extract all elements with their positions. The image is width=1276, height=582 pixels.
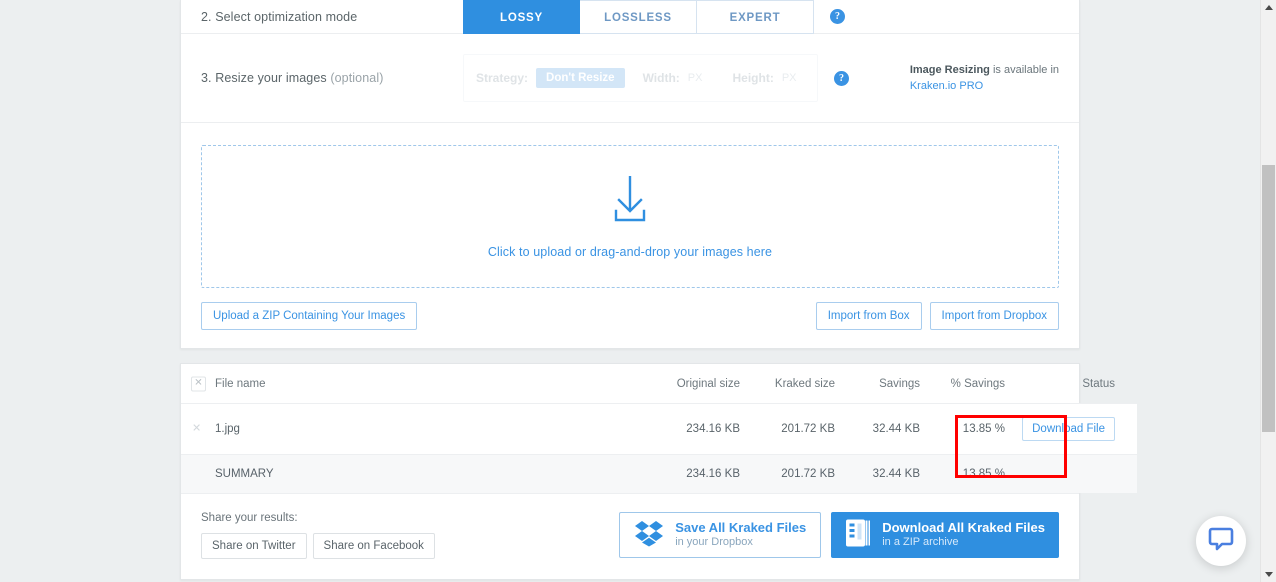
share-left: Share your results: Share on Twitter Sha…: [201, 512, 435, 559]
close-x-icon[interactable]: ✕: [191, 376, 206, 391]
resize-label-text: 3. Resize your images: [201, 71, 327, 85]
help-icon[interactable]: ?: [830, 9, 845, 24]
optimization-mode-label: 2. Select optimization mode: [201, 10, 463, 24]
help-icon[interactable]: ?: [834, 71, 849, 86]
cell-summary-kraked-size: 201.72 KB: [740, 455, 835, 494]
width-label: Width:: [643, 71, 680, 85]
resize-label-optional: (optional): [330, 71, 383, 85]
column-file-name-label: File name: [215, 378, 266, 390]
resize-label: 3. Resize your images (optional): [201, 71, 463, 85]
column-percent-savings: % Savings: [920, 364, 1005, 404]
triangle-up-icon[interactable]: [1261, 0, 1276, 15]
upload-actions: Upload a ZIP Containing Your Images Impo…: [201, 302, 1059, 330]
pro-note: Image Resizing is available in Kraken.io…: [910, 62, 1059, 94]
table-row: ✕ 1.jpg 234.16 KB 201.72 KB 32.44 KB 13.…: [181, 404, 1137, 455]
upload-zip-button[interactable]: Upload a ZIP Containing Your Images: [201, 302, 417, 330]
results-table-body: ✕ 1.jpg 234.16 KB 201.72 KB 32.44 KB 13.…: [181, 404, 1137, 494]
vertical-scrollbar[interactable]: [1260, 0, 1276, 582]
import-box-button[interactable]: Import from Box: [816, 302, 922, 330]
share-section: Share your results: Share on Twitter Sha…: [181, 493, 1079, 579]
share-title: Share your results:: [201, 512, 435, 524]
cell-summary-percent-savings: 13.85 %: [920, 455, 1005, 494]
save-all-dropbox-line1: Save All Kraked Files: [675, 520, 806, 535]
download-all-zip-line1: Download All Kraked Files: [882, 520, 1045, 535]
upload-section: Click to upload or drag-and-drop your im…: [181, 123, 1079, 348]
triangle-down-icon[interactable]: [1261, 567, 1276, 582]
chat-bubble-icon: [1208, 526, 1234, 557]
save-all-dropbox-line2: in your Dropbox: [675, 535, 806, 550]
import-dropbox-button[interactable]: Import from Dropbox: [930, 302, 1059, 330]
mode-option-lossless[interactable]: LOSSLESS: [580, 0, 697, 34]
zip-archive-icon: [845, 518, 871, 553]
dropbox-icon: [634, 519, 664, 552]
cell-savings: 32.44 KB: [835, 404, 920, 455]
cell-summary-savings: 32.44 KB: [835, 455, 920, 494]
cell-original-size: 234.16 KB: [645, 404, 740, 455]
file-name-text: 1.jpg: [215, 423, 240, 435]
bulk-actions: Save All Kraked Files in your Dropbox: [619, 512, 1059, 558]
browser-viewport: 2. Select optimization mode LOSSY LOSSLE…: [0, 0, 1276, 582]
height-label: Height:: [732, 71, 773, 85]
mode-option-expert[interactable]: EXPERT: [697, 0, 814, 34]
download-all-zip-line2: in a ZIP archive: [882, 535, 1045, 550]
cell-status: Download File: [1005, 404, 1137, 455]
optimization-mode-segmented[interactable]: LOSSY LOSSLESS EXPERT: [463, 0, 814, 34]
cell-kraked-size: 201.72 KB: [740, 404, 835, 455]
scrollbar-thumb[interactable]: [1262, 165, 1275, 432]
column-kraked-size: Kraked size: [740, 364, 835, 404]
column-file-name: ✕ File name: [181, 364, 645, 404]
column-original-size: Original size: [645, 364, 740, 404]
dropzone-text: Click to upload or drag-and-drop your im…: [488, 245, 772, 259]
download-all-zip-button[interactable]: Download All Kraked Files in a ZIP archi…: [831, 512, 1059, 558]
download-arrow-icon: [608, 174, 652, 231]
column-status: Status: [1005, 364, 1137, 404]
cell-summary-status: [1005, 455, 1137, 494]
cell-summary-original-size: 234.16 KB: [645, 455, 740, 494]
cell-summary-label: SUMMARY: [181, 455, 645, 494]
mode-option-lossy[interactable]: LOSSY: [463, 0, 580, 34]
table-header-row: ✕ File name Original size Kraked size Sa…: [181, 364, 1137, 404]
strategy-select[interactable]: Don't Resize: [536, 68, 625, 88]
chat-widget-button[interactable]: [1196, 516, 1246, 566]
share-twitter-button[interactable]: Share on Twitter: [201, 533, 307, 559]
save-all-dropbox-text: Save All Kraked Files in your Dropbox: [675, 520, 806, 550]
share-buttons: Share on Twitter Share on Facebook: [201, 533, 435, 559]
dropzone[interactable]: Click to upload or drag-and-drop your im…: [201, 145, 1059, 288]
settings-card: 2. Select optimization mode LOSSY LOSSLE…: [180, 0, 1080, 349]
results-table-head: ✕ File name Original size Kraked size Sa…: [181, 364, 1137, 404]
strategy-label: Strategy:: [476, 71, 528, 85]
share-facebook-button[interactable]: Share on Facebook: [313, 533, 435, 559]
pro-note-rest: is available in: [990, 64, 1059, 76]
resize-row: 3. Resize your images (optional) Strateg…: [181, 34, 1079, 123]
cell-percent-savings: 13.85 %: [920, 404, 1005, 455]
save-all-dropbox-button[interactable]: Save All Kraked Files in your Dropbox: [619, 512, 821, 558]
pro-note-emphasis: Image Resizing: [910, 64, 990, 76]
pro-note-line1: Image Resizing is available in: [910, 62, 1059, 78]
height-input[interactable]: PX: [782, 72, 797, 84]
page-content: 2. Select optimization mode LOSSY LOSSLE…: [180, 0, 1080, 580]
results-table: ✕ File name Original size Kraked size Sa…: [181, 364, 1137, 493]
optimization-mode-row: 2. Select optimization mode LOSSY LOSSLE…: [181, 0, 1079, 34]
pro-link[interactable]: Kraken.io PRO: [910, 78, 1059, 94]
table-summary-row: SUMMARY 234.16 KB 201.72 KB 32.44 KB 13.…: [181, 455, 1137, 494]
resize-controls[interactable]: Strategy: Don't Resize Width: PX Height:…: [463, 54, 818, 102]
close-x-icon[interactable]: ✕: [192, 424, 201, 435]
width-input[interactable]: PX: [688, 72, 703, 84]
results-card: ✕ File name Original size Kraked size Sa…: [180, 363, 1080, 580]
download-file-button[interactable]: Download File: [1022, 417, 1115, 441]
download-all-zip-text: Download All Kraked Files in a ZIP archi…: [882, 520, 1045, 550]
column-savings: Savings: [835, 364, 920, 404]
cell-file-name: ✕ 1.jpg: [181, 404, 645, 455]
